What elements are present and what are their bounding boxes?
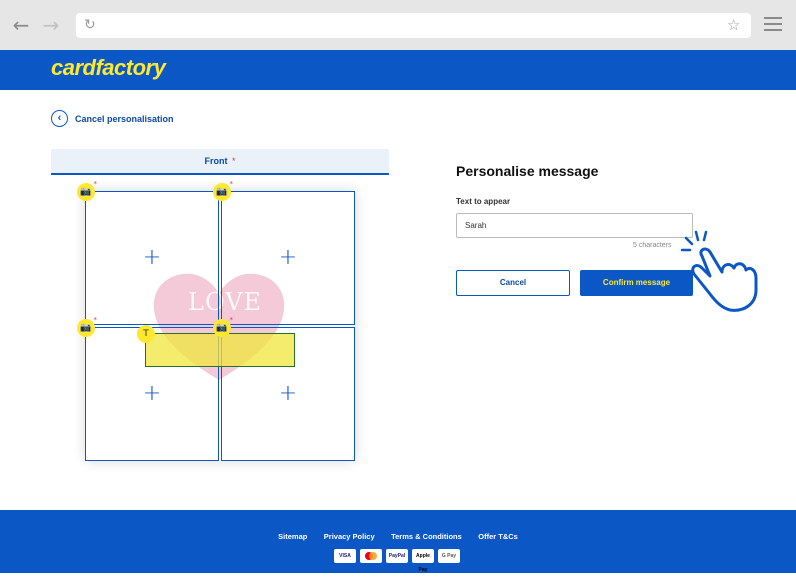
visa-icon: VISA — [334, 549, 356, 563]
payment-methods: VISA PayPal Apple Pay G Pay — [334, 549, 460, 573]
apple-pay-icon: Apple Pay — [412, 549, 434, 573]
camera-icon[interactable]: 📷 * — [213, 180, 233, 201]
add-photo-plus-icon[interactable]: + — [278, 247, 298, 269]
footer-link-offer-tcs[interactable]: Offer T&Cs — [478, 532, 518, 541]
camera-icon[interactable]: 📷 * — [77, 316, 97, 337]
message-text-input[interactable]: Sarah — [456, 213, 693, 238]
forward-arrow-icon[interactable]: → — [40, 14, 62, 36]
cardfactory-logo[interactable]: cardfactory — [51, 55, 166, 81]
address-bar[interactable]: ↻ ☆ — [76, 13, 751, 38]
google-pay-icon: G Pay — [438, 549, 460, 563]
cancel-personalisation-label: Cancel personalisation — [75, 113, 174, 124]
tab-front[interactable]: Front * — [51, 149, 389, 175]
text-zone[interactable] — [145, 333, 295, 367]
bookmark-star-icon[interactable]: ☆ — [727, 15, 745, 35]
required-asterisk: * — [231, 156, 236, 166]
footer-links: Sitemap Privacy Policy Terms & Condition… — [0, 526, 796, 544]
browser-chrome: ← → ↻ ☆ — [0, 0, 796, 50]
tab-front-label: Front — [204, 156, 228, 166]
paypal-icon: PayPal — [386, 549, 408, 563]
footer-link-sitemap[interactable]: Sitemap — [278, 532, 307, 541]
cancel-personalisation-link[interactable]: ‹ Cancel personalisation — [51, 110, 174, 127]
back-arrow-icon[interactable]: ← — [10, 14, 32, 36]
mastercard-icon — [360, 549, 382, 563]
text-icon[interactable]: T — [137, 325, 155, 343]
chevron-left-icon: ‹ — [51, 110, 68, 127]
site-header: cardfactory — [0, 50, 796, 90]
cancel-button[interactable]: Cancel — [456, 270, 570, 296]
add-photo-plus-icon[interactable]: + — [142, 247, 162, 269]
confirm-message-button[interactable]: Confirm message — [580, 270, 693, 296]
text-to-appear-label: Text to appear — [456, 197, 511, 206]
camera-icon[interactable]: 📷 * — [213, 316, 233, 337]
pointing-hand-icon — [680, 230, 758, 312]
reload-icon[interactable]: ↻ — [84, 16, 102, 34]
add-photo-plus-icon[interactable]: + — [278, 383, 298, 405]
footer-link-privacy-policy[interactable]: Privacy Policy — [324, 532, 375, 541]
page-title: Personalise message — [456, 163, 599, 179]
camera-icon[interactable]: 📷 * — [77, 180, 97, 201]
site-footer: Sitemap Privacy Policy Terms & Condition… — [0, 510, 796, 573]
footer-link-terms-conditions[interactable]: Terms & Conditions — [391, 532, 462, 541]
character-count: 5 characters — [633, 242, 672, 249]
browser-menu-icon[interactable] — [764, 17, 782, 33]
add-photo-plus-icon[interactable]: + — [142, 383, 162, 405]
